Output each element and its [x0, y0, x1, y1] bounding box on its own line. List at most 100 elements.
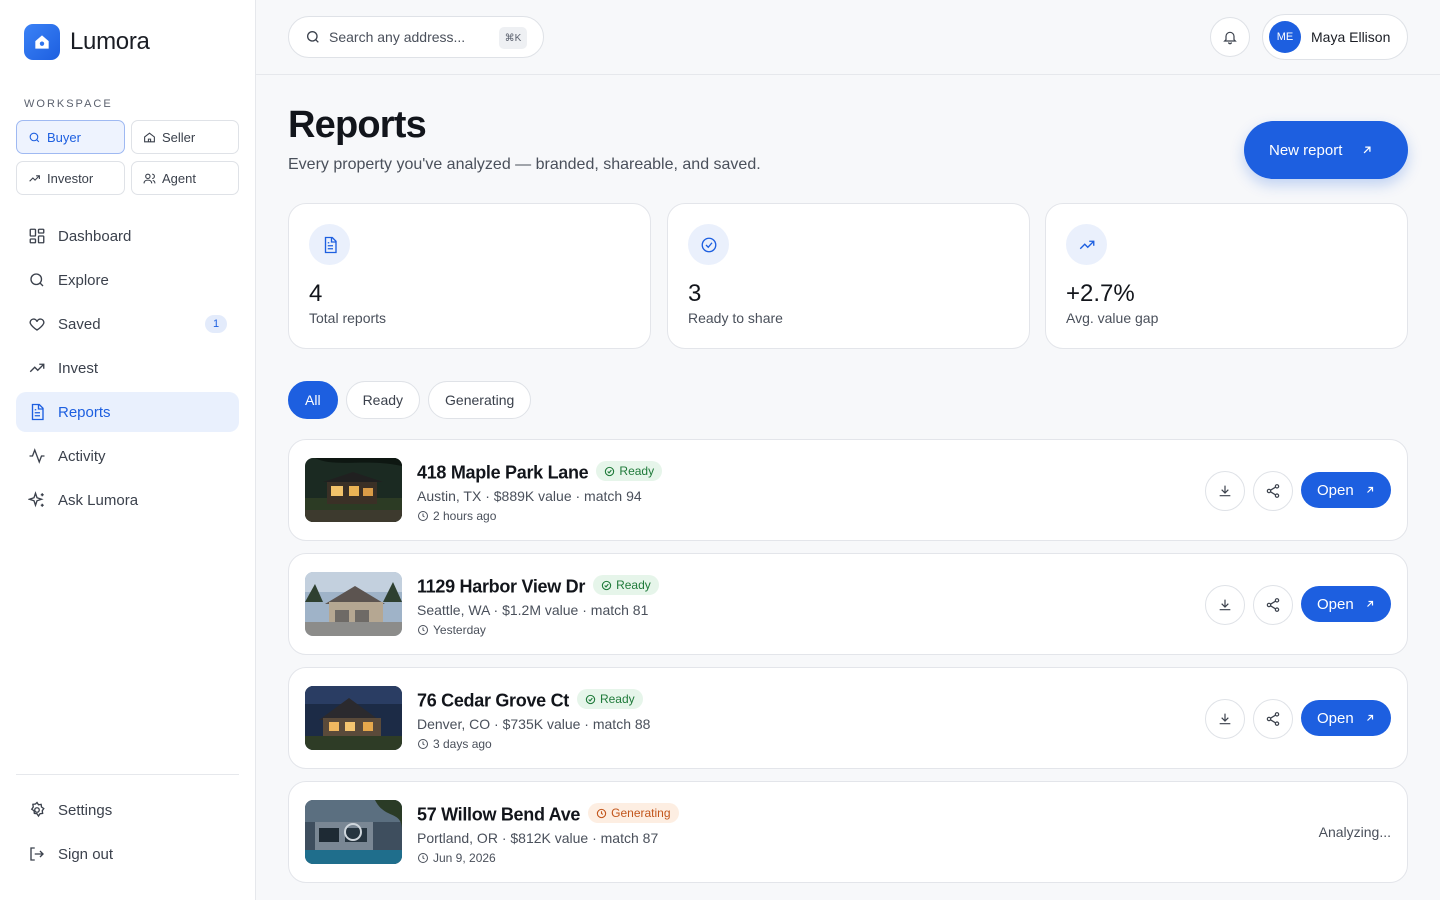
avatar: ME [1269, 21, 1301, 53]
notifications-button[interactable] [1210, 17, 1250, 57]
workspace-agent-label: Agent [162, 170, 196, 186]
nav-label: Settings [58, 801, 113, 819]
nav-label: Reports [58, 403, 111, 421]
check-circle-icon [688, 224, 729, 265]
arrow-up-right-icon [1363, 146, 1371, 154]
workspace-seller-button[interactable]: Seller [131, 120, 239, 154]
users-icon [143, 173, 156, 183]
download-icon [1219, 485, 1231, 497]
property-thumbnail [305, 572, 402, 636]
user-name: Maya Ellison [1311, 29, 1391, 45]
property-thumbnail [305, 686, 402, 750]
stat-label: Ready to share [688, 310, 783, 326]
heart-icon [29, 318, 45, 331]
download-button[interactable] [1205, 585, 1245, 625]
nav-item-activity[interactable]: Activity [16, 436, 239, 476]
clock-icon [418, 625, 428, 635]
nav-label: Explore [58, 271, 109, 289]
nav-item-invest[interactable]: Invest [16, 348, 239, 388]
filter-generating[interactable]: Generating [428, 381, 532, 419]
download-icon [1219, 599, 1231, 611]
stat-value: 4 [309, 280, 323, 307]
open-report-button[interactable]: Open [1301, 472, 1391, 508]
workspace-agent-button[interactable]: Agent [131, 161, 239, 195]
nav-item-reports[interactable]: Reports [16, 392, 239, 432]
nav-item-saved[interactable]: Saved 1 [16, 304, 239, 344]
report-row[interactable]: 57 Willow Bend Ave Generating Portland, O… [288, 781, 1408, 883]
pulse-icon [29, 448, 45, 464]
new-report-label: New report [1269, 141, 1343, 159]
clock-icon [596, 808, 607, 818]
document-icon [309, 224, 350, 265]
page-subtitle: Every property you've analyzed — branded… [288, 156, 761, 173]
report-meta: Portland, OR · $812K value · match 87 [417, 830, 659, 846]
arrow-up-right-icon [1366, 486, 1373, 493]
report-address: 1129 Harbor View Dr [417, 576, 586, 597]
trend-icon [29, 174, 40, 182]
main-nav: Dashboard Explore Saved 1 Invest Reports… [16, 216, 239, 524]
report-title: 76 Cedar Grove Ct Ready [417, 689, 643, 712]
search-icon [29, 132, 40, 142]
filter-ready[interactable]: Ready [345, 381, 421, 419]
open-report-button[interactable]: Open [1301, 586, 1391, 622]
logout-icon [30, 847, 44, 861]
brand[interactable]: Lumora [24, 24, 150, 60]
report-row[interactable]: 418 Maple Park Lane Ready Austin, TX · $8… [288, 439, 1408, 541]
nav-item-settings[interactable]: Settings [16, 790, 239, 830]
trend-icon [29, 363, 45, 373]
home-icon [144, 131, 155, 142]
status-text: Ready [599, 692, 635, 706]
search-box[interactable]: ⌘K [288, 16, 544, 58]
filter-all[interactable]: All [288, 381, 338, 419]
report-meta: Denver, CO · $735K value · match 88 [417, 716, 651, 732]
brand-name: Lumora [70, 28, 150, 55]
search-input[interactable] [329, 29, 479, 45]
workspace-buyer-button[interactable]: Buyer [16, 120, 125, 154]
user-menu[interactable]: ME Maya Ellison [1262, 14, 1408, 60]
workspace-buyer-label: Buyer [47, 129, 81, 145]
open-label: Open [1317, 709, 1354, 727]
share-button[interactable] [1253, 585, 1293, 625]
stat-card-avg-value-gap: +2.7% Avg. value gap [1045, 203, 1408, 349]
report-meta: Seattle, WA · $1.2M value · match 81 [417, 602, 649, 618]
report-time-text: Yesterday [433, 623, 486, 637]
nav-item-dashboard[interactable]: Dashboard [16, 216, 239, 256]
trend-up-icon [1066, 224, 1107, 265]
check-circle-icon [585, 694, 596, 704]
nav-item-ask-lumora[interactable]: Ask Lumora [16, 480, 239, 520]
nav-label: Invest [58, 359, 99, 377]
property-thumbnail [305, 800, 402, 864]
workspace-investor-button[interactable]: Investor [16, 161, 125, 195]
share-button[interactable] [1253, 699, 1293, 739]
shortcut-hint: ⌘K [499, 27, 527, 49]
search-icon [307, 31, 319, 43]
search-icon [30, 273, 44, 287]
report-row[interactable]: 76 Cedar Grove Ct Ready Denver, CO · $735… [288, 667, 1408, 769]
report-title: 57 Willow Bend Ave Generating [417, 803, 679, 826]
report-time: Yesterday [417, 623, 486, 637]
report-row[interactable]: 1129 Harbor View Dr Ready Seattle, WA · $… [288, 553, 1408, 655]
bell-icon [1223, 31, 1237, 45]
workspace-seller-label: Seller [162, 129, 196, 145]
share-button[interactable] [1253, 471, 1293, 511]
download-button[interactable] [1205, 471, 1245, 511]
nav-item-sign-out[interactable]: Sign out [16, 834, 239, 874]
saved-count-badge: 1 [205, 315, 227, 333]
status-badge: Generating [588, 803, 679, 823]
clock-icon [418, 853, 428, 863]
status-text: Ready [616, 578, 651, 592]
workspace-switcher: Buyer Seller Investor Agent [16, 120, 239, 195]
document-icon [31, 403, 44, 421]
report-title: 1129 Harbor View Dr Ready [417, 575, 659, 598]
report-time: 2 hours ago [417, 509, 496, 523]
report-address: 76 Cedar Grove Ct [417, 690, 569, 711]
share-icon [1266, 598, 1280, 612]
check-circle-icon [601, 580, 612, 590]
new-report-button[interactable]: New report [1244, 121, 1408, 179]
download-button[interactable] [1205, 699, 1245, 739]
grid-icon [29, 228, 45, 244]
arrow-up-right-icon [1366, 600, 1373, 607]
lumora-logo-icon [24, 24, 60, 60]
open-report-button[interactable]: Open [1301, 700, 1391, 736]
nav-item-explore[interactable]: Explore [16, 260, 239, 300]
